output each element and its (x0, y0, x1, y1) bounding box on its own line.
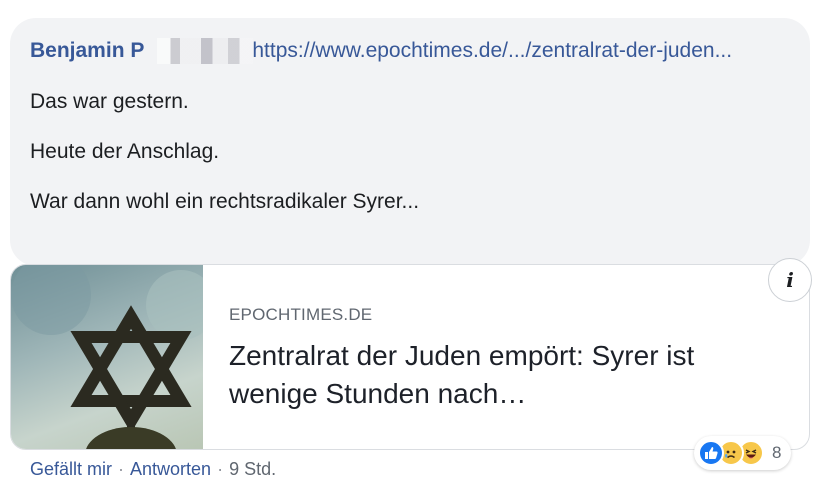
comment-bubble: Benjamin Phttps://www.epochtimes.de/.../… (10, 18, 810, 266)
comment-link[interactable]: https://www.epochtimes.de/.../zentralrat… (252, 39, 732, 62)
link-domain: EPOCHTIMES.DE (229, 305, 373, 324)
comment-paragraph: War dann wohl ein rechtsradikaler Syrer.… (30, 190, 420, 213)
redaction-blur (157, 38, 253, 64)
info-icon[interactable]: i (768, 258, 812, 302)
comment-paragraph: Heute der Anschlag. (30, 140, 220, 163)
reaction-count: 8 (772, 443, 782, 462)
like-action[interactable]: Gefällt mir (30, 459, 112, 479)
separator: · (217, 459, 224, 479)
link-headline[interactable]: Zentralrat der Juden empört: Syrer ist w… (229, 337, 789, 413)
star-of-david-icon (11, 265, 203, 449)
link-preview-thumbnail (11, 265, 203, 449)
separator: · (118, 459, 125, 479)
reactions-summary[interactable]: 8 (694, 436, 792, 470)
link-preview-card[interactable]: EPOCHTIMES.DE Zentralrat der Juden empör… (10, 264, 810, 450)
reply-action[interactable]: Antworten (130, 459, 211, 479)
comment-actions: Gefällt mir · Antworten · 9 Std. (30, 456, 276, 482)
comment-paragraph: Das war gestern. (30, 90, 189, 113)
like-icon (698, 440, 724, 466)
comment-author[interactable]: Benjamin P (30, 36, 253, 66)
comment-timestamp[interactable]: 9 Std. (229, 459, 276, 479)
